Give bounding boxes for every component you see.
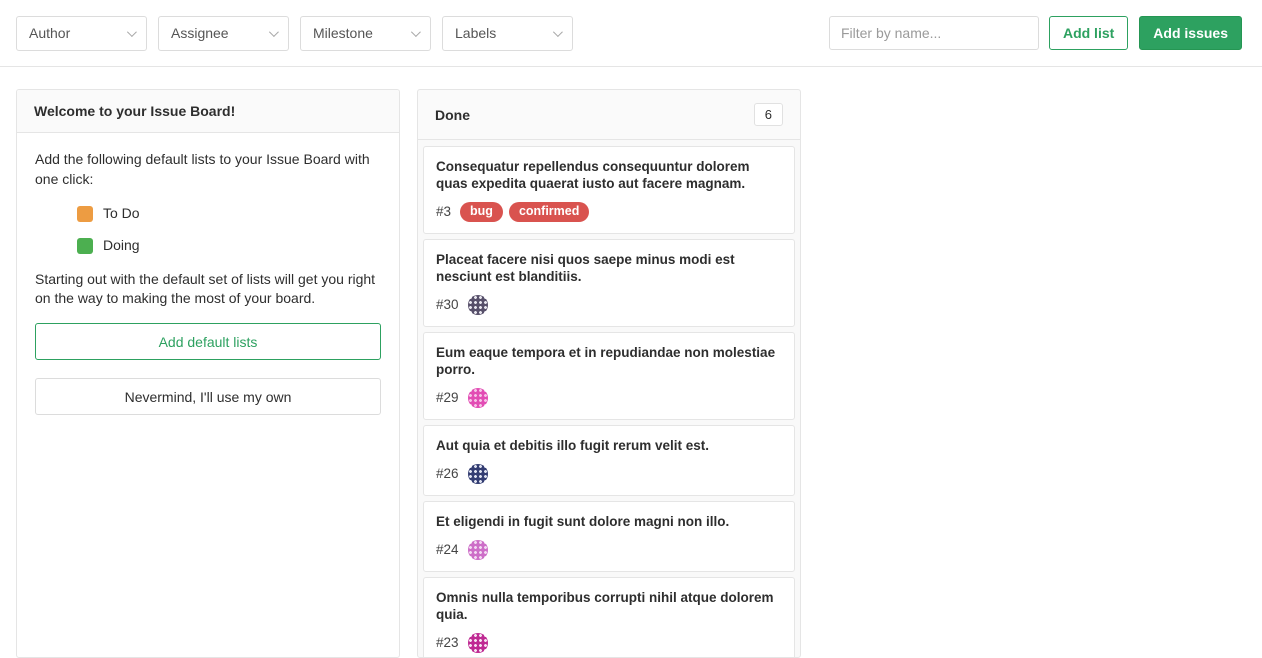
issue-board: Welcome to your Issue Board! Add the fol… <box>0 67 1262 658</box>
issue-title[interactable]: Placeat facere nisi quos saepe minus mod… <box>436 251 782 285</box>
issue-count-badge: 6 <box>754 103 783 126</box>
welcome-panel: Welcome to your Issue Board! Add the fol… <box>16 89 400 658</box>
issue-card-footer: #24 <box>436 540 782 560</box>
issue-card[interactable]: Placeat facere nisi quos saepe minus mod… <box>423 239 795 327</box>
issue-id: #26 <box>436 466 459 481</box>
issue-card[interactable]: Omnis nulla temporibus corrupti nihil at… <box>423 577 795 658</box>
assignee-avatar[interactable] <box>468 388 488 408</box>
issue-card-footer: #30 <box>436 295 782 315</box>
issue-card[interactable]: Consequatur repellendus consequuntur dol… <box>423 146 795 234</box>
assignee-dropdown-label: Assignee <box>171 25 229 41</box>
welcome-outro-text: Starting out with the default set of lis… <box>35 270 381 310</box>
issue-id: #23 <box>436 635 459 650</box>
issue-id: #29 <box>436 390 459 405</box>
welcome-intro-text: Add the following default lists to your … <box>35 150 381 190</box>
issue-card-footer: #23 <box>436 633 782 653</box>
assignee-avatar[interactable] <box>468 540 488 560</box>
assignee-avatar[interactable] <box>468 464 488 484</box>
default-lists: To Do Doing <box>35 198 381 262</box>
welcome-panel-header: Welcome to your Issue Board! <box>17 90 399 133</box>
issue-id: #3 <box>436 204 451 219</box>
doing-label: Doing <box>103 236 140 256</box>
issue-label-bug[interactable]: bug <box>460 202 503 222</box>
todo-label: To Do <box>103 204 140 224</box>
board-list-done: Done 6 Consequatur repellendus consequun… <box>417 89 801 658</box>
issue-card-list: Consequatur repellendus consequuntur dol… <box>418 140 800 657</box>
todo-color-swatch <box>77 206 93 222</box>
filter-by-name-input[interactable] <box>829 16 1039 50</box>
labels-dropdown-label: Labels <box>455 25 496 41</box>
board-list-header[interactable]: Done 6 <box>418 90 800 140</box>
add-default-lists-button[interactable]: Add default lists <box>35 323 381 360</box>
issue-card-footer: #29 <box>436 388 782 408</box>
add-issues-button[interactable]: Add issues <box>1139 16 1242 50</box>
issue-card-footer: #3 bug confirmed <box>436 202 782 222</box>
assignee-avatar[interactable] <box>468 633 488 653</box>
author-dropdown[interactable]: Author <box>16 16 147 51</box>
issue-card[interactable]: Aut quia et debitis illo fugit rerum vel… <box>423 425 795 496</box>
assignee-avatar[interactable] <box>468 295 488 315</box>
issue-label-confirmed[interactable]: confirmed <box>509 202 589 222</box>
filter-bar-right: Add list Add issues <box>829 16 1242 50</box>
chevron-down-icon <box>411 27 421 37</box>
issue-title[interactable]: Et eligendi in fugit sunt dolore magni n… <box>436 513 782 530</box>
issue-title[interactable]: Eum eaque tempora et in repudiandae non … <box>436 344 782 378</box>
add-list-button[interactable]: Add list <box>1049 16 1128 50</box>
milestone-dropdown[interactable]: Milestone <box>300 16 431 51</box>
issue-title[interactable]: Aut quia et debitis illo fugit rerum vel… <box>436 437 782 454</box>
chevron-down-icon <box>553 27 563 37</box>
issue-card[interactable]: Et eligendi in fugit sunt dolore magni n… <box>423 501 795 572</box>
issue-title[interactable]: Consequatur repellendus consequuntur dol… <box>436 158 782 192</box>
labels-dropdown[interactable]: Labels <box>442 16 573 51</box>
chevron-down-icon <box>127 27 137 37</box>
default-list-item-todo: To Do <box>35 198 381 230</box>
assignee-dropdown[interactable]: Assignee <box>158 16 289 51</box>
issue-card-footer: #26 <box>436 464 782 484</box>
filter-bar: Author Assignee Milestone Labels Add lis… <box>0 0 1262 67</box>
doing-color-swatch <box>77 238 93 254</box>
default-list-item-doing: Doing <box>35 230 381 262</box>
welcome-panel-body: Add the following default lists to your … <box>17 133 399 432</box>
issue-card[interactable]: Eum eaque tempora et in repudiandae non … <box>423 332 795 420</box>
milestone-dropdown-label: Milestone <box>313 25 373 41</box>
chevron-down-icon <box>269 27 279 37</box>
issue-id: #30 <box>436 297 459 312</box>
issue-title[interactable]: Omnis nulla temporibus corrupti nihil at… <box>436 589 782 623</box>
issue-id: #24 <box>436 542 459 557</box>
board-list-title: Done <box>435 107 470 123</box>
author-dropdown-label: Author <box>29 25 70 41</box>
nevermind-button[interactable]: Nevermind, I'll use my own <box>35 378 381 415</box>
welcome-panel-title: Welcome to your Issue Board! <box>34 103 235 119</box>
